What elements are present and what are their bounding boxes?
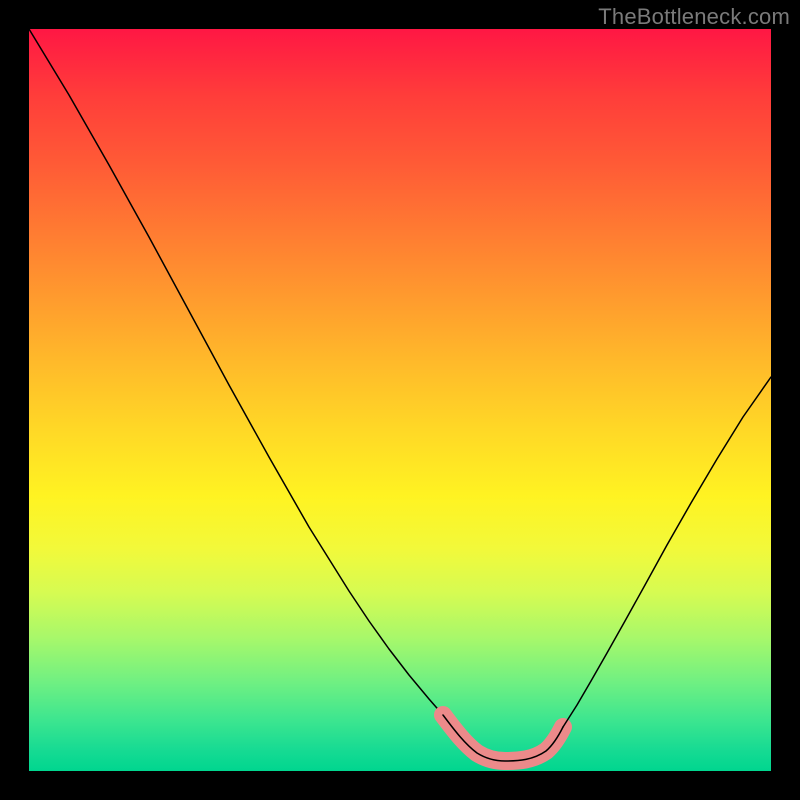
curve-right-branch bbox=[563, 377, 771, 727]
curve-svg bbox=[29, 29, 771, 771]
plot-area bbox=[29, 29, 771, 771]
watermark-text: TheBottleneck.com bbox=[598, 4, 790, 30]
chart-frame: TheBottleneck.com bbox=[0, 0, 800, 800]
curve-left-branch bbox=[29, 29, 443, 715]
